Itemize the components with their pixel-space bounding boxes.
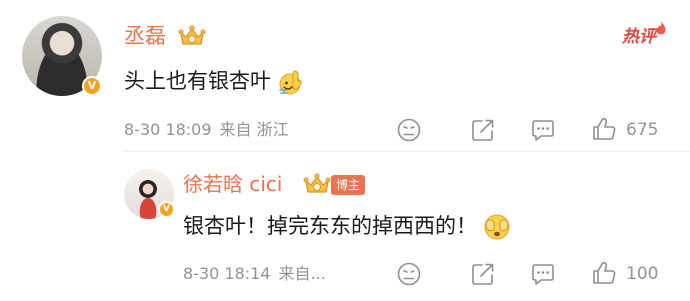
- flame-icon: [656, 21, 666, 35]
- raised-hand-emoji-icon: [277, 68, 305, 96]
- comment-source: 来自 浙江: [219, 120, 289, 139]
- face-with-hands-emoji-icon: [483, 213, 511, 241]
- hot-comment-badge: 热评: [620, 21, 668, 52]
- reply-text: 银杏叶！掉完东东的掉西西的！: [183, 211, 511, 241]
- verified-badge-icon: V: [158, 201, 175, 218]
- comment-reply-icon[interactable]: [530, 117, 556, 143]
- membership-crown-icon[interactable]: [303, 172, 331, 196]
- comment-divider: [124, 151, 690, 152]
- replier-name[interactable]: 徐若晗 cici: [183, 171, 282, 197]
- comment-text: 头上也有银杏叶: [124, 66, 305, 96]
- reply-source: 来自...: [278, 264, 326, 283]
- share-icon[interactable]: [470, 117, 496, 143]
- emoji-reaction-icon[interactable]: [396, 117, 422, 143]
- hot-comment-label: 热评: [622, 27, 656, 47]
- emoji-reaction-icon[interactable]: [396, 261, 422, 287]
- comment-meta: 8-30 18:09 来自 浙江: [124, 119, 289, 141]
- commenter-name[interactable]: 丞磊: [124, 23, 166, 49]
- like-icon[interactable]: [591, 116, 617, 142]
- author-badge: 博主: [331, 175, 366, 195]
- verified-badge-icon: V: [82, 76, 102, 96]
- membership-crown-icon[interactable]: [178, 24, 206, 48]
- reply-text-content: 银杏叶！掉完东东的掉西西的！: [183, 214, 477, 238]
- comment-reply-icon[interactable]: [530, 261, 556, 287]
- reply-meta: 8-30 18:14 来自...: [183, 263, 326, 285]
- like-count: 100: [626, 264, 659, 284]
- like-icon[interactable]: [591, 260, 617, 286]
- comment-date: 8-30 18:09: [124, 120, 212, 139]
- like-count: 675: [626, 120, 659, 140]
- comment-text-content: 头上也有银杏叶: [124, 69, 271, 93]
- share-icon[interactable]: [470, 261, 496, 287]
- reply-date: 8-30 18:14: [183, 264, 271, 283]
